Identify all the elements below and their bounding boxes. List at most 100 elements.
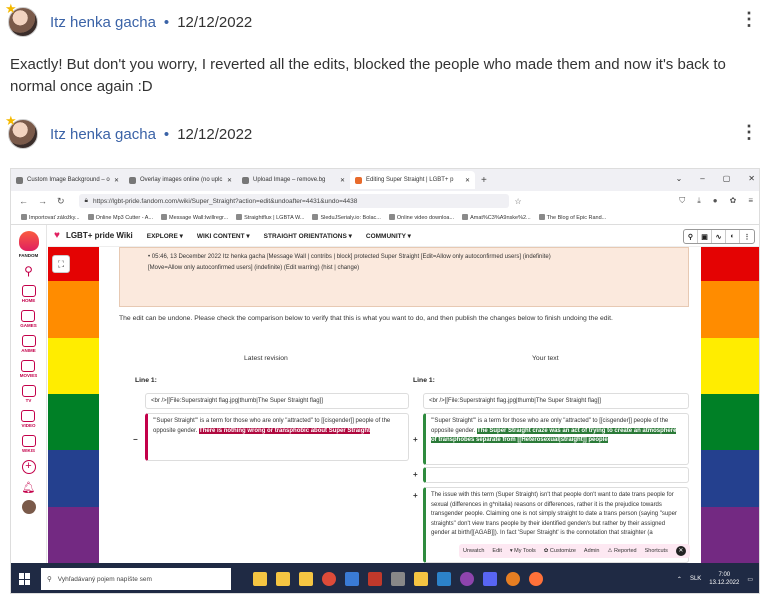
line-label: Line 1: <box>413 377 435 384</box>
rail-item-games[interactable]: GAMES <box>20 310 37 328</box>
folder-icon[interactable] <box>276 572 290 586</box>
more-icon[interactable]: ⋮ <box>740 230 754 243</box>
windows-start-icon[interactable] <box>19 573 31 585</box>
chrome-icon[interactable] <box>322 572 336 586</box>
close-icon[interactable]: ✕ <box>340 177 345 184</box>
log-line: [Move=Allow only autoconfirmed users] (i… <box>148 265 360 271</box>
bookmark-star-icon[interactable]: ☆ <box>515 197 522 206</box>
rail-item-home[interactable]: HOME <box>21 285 36 303</box>
bookmark-item[interactable]: Online Mp3 Cutter - A... <box>87 214 153 221</box>
shortcuts-button[interactable]: Shortcuts <box>645 548 668 554</box>
avatar[interactable]: ★ <box>5 2 38 37</box>
chevron-up-icon[interactable]: ⌃ <box>677 576 682 583</box>
folder-icon[interactable] <box>299 572 313 586</box>
activity-icon[interactable]: ∿ <box>712 230 726 243</box>
author-link[interactable]: Itz henka gacha <box>50 126 156 143</box>
my-tools-button[interactable]: ▾ My Tools <box>510 548 536 554</box>
search-icon[interactable]: ⚲ <box>684 230 698 243</box>
star-icon: ★ <box>5 1 17 16</box>
pride-flag-background <box>701 225 759 563</box>
wiki-name[interactable]: LGBT+ pride Wiki <box>66 231 133 240</box>
more-options-icon[interactable]: ⋮ <box>740 123 758 141</box>
bookmark-item[interactable]: Amat%C3%A9nske%2... <box>462 214 531 221</box>
language-indicator[interactable]: SLK <box>690 576 701 582</box>
author-link[interactable]: Itz henka gacha <box>50 14 156 31</box>
new-tab-icon[interactable]: + <box>481 175 487 186</box>
tab-favicon-icon <box>16 176 23 184</box>
discord-icon[interactable] <box>483 572 497 586</box>
app-icon[interactable] <box>368 572 382 586</box>
back-icon[interactable]: ← <box>19 196 28 207</box>
settings-icon[interactable]: ✿ <box>730 196 737 206</box>
browser-tab[interactable]: Custom Image Background – o ✕ <box>11 171 124 189</box>
nav-straight-orientations[interactable]: STRAIGHT ORIENTATIONS ▾ <box>264 232 352 240</box>
rail-item-wikis[interactable]: WIKIS <box>21 435 36 453</box>
search-icon[interactable]: ⚲ <box>24 264 33 278</box>
brave-icon[interactable] <box>506 572 520 586</box>
close-icon[interactable]: ✕ <box>748 174 755 183</box>
rail-item-anime[interactable]: ANIME <box>21 335 36 353</box>
more-options-icon[interactable]: ⋮ <box>740 10 758 28</box>
firefox-icon[interactable] <box>529 572 543 586</box>
edit-button[interactable]: Edit <box>492 548 501 554</box>
bookmark-item[interactable]: Importovať záložky... <box>21 214 80 221</box>
reported-button[interactable]: ⚠ Reported <box>608 548 637 554</box>
tab-label: Custom Image Background – o <box>27 177 110 183</box>
notification-icon[interactable]: ▭ <box>747 576 753 583</box>
column-heading-yours: Your text <box>532 355 559 362</box>
download-icon[interactable]: ⤓ <box>697 196 701 206</box>
browser-tab-active[interactable]: Editing Super Straight | LGBT+ p ✕ <box>350 171 475 189</box>
bookmark-item[interactable]: Straightflux | LGBTA W... <box>236 214 304 221</box>
nav-wiki-content[interactable]: WIKI CONTENT ▾ <box>197 232 250 240</box>
maximize-icon[interactable]: ▢ <box>723 174 731 183</box>
nav-explore[interactable]: EXPLORE ▾ <box>147 232 183 240</box>
book-icon <box>21 435 36 447</box>
rail-item-video[interactable]: VIDEO <box>21 410 36 428</box>
preview-icon[interactable]: ▣ <box>698 230 712 243</box>
taskbar-search-input[interactable]: ⚲ Vyhľadávaný pojem napíšte sem <box>41 568 231 590</box>
extension-icon[interactable]: ● <box>713 196 718 206</box>
avatar[interactable]: ★ <box>5 114 38 149</box>
theme-icon[interactable]: ◐ <box>726 230 740 243</box>
bell-icon[interactable]: 🔔︎ <box>22 481 36 494</box>
messenger-icon[interactable] <box>460 572 474 586</box>
minimize-icon[interactable]: – <box>700 174 704 183</box>
close-icon[interactable]: ✕ <box>227 177 232 184</box>
customize-button[interactable]: ✿ Customize <box>544 548 576 554</box>
close-icon[interactable]: ✕ <box>675 546 686 556</box>
fandom-logo-icon[interactable] <box>18 231 39 251</box>
rail-item-movies[interactable]: MOVIES <box>20 360 37 378</box>
app-icon[interactable] <box>391 572 405 586</box>
close-icon[interactable]: ✕ <box>114 177 119 184</box>
browser-tab[interactable]: Overlay images online (no uplc ✕ <box>124 171 237 189</box>
separator-dot: • <box>163 13 170 31</box>
forward-icon[interactable]: → <box>38 196 47 207</box>
create-plus-icon[interactable]: + <box>21 460 36 474</box>
movie-icon <box>21 360 36 372</box>
bookmark-item[interactable]: Message Wall:Iwillregr... <box>161 214 228 221</box>
bookmark-item[interactable]: SleduJSerialy.io: Bolac... <box>312 214 381 221</box>
nav-community[interactable]: COMMUNITY ▾ <box>366 232 411 240</box>
bookmark-item[interactable]: Online video downloa... <box>388 214 454 221</box>
close-icon[interactable]: ✕ <box>465 177 470 184</box>
app-icon[interactable] <box>437 572 451 586</box>
bookmark-item[interactable]: The Blog of Epic Rand... <box>538 214 606 221</box>
attached-screenshot[interactable]: Custom Image Background – o ✕ Overlay ima… <box>10 168 760 594</box>
menu-icon[interactable]: ≡ <box>748 196 753 206</box>
admin-button[interactable]: Admin <box>584 548 600 554</box>
reload-icon[interactable]: ↻ <box>57 196 65 207</box>
avatar[interactable] <box>21 500 36 514</box>
chevron-down-icon[interactable]: ⌄ <box>676 174 683 183</box>
expand-icon[interactable]: ⛶ <box>52 255 70 273</box>
file-explorer-icon[interactable] <box>253 572 267 586</box>
pride-flag-background <box>48 225 99 563</box>
address-bar[interactable]: 🔒︎ https://lgbt-pride.fandom.com/wiki/Su… <box>78 194 509 208</box>
pocket-icon[interactable]: ⛉ <box>679 196 685 206</box>
app-icon[interactable] <box>345 572 359 586</box>
browser-tab[interactable]: Upload Image – remove.bg ✕ <box>237 171 350 189</box>
diff-context-right: <br />[[File:Superstraight flag.jpg|thum… <box>423 393 689 409</box>
folder-icon[interactable] <box>414 572 428 586</box>
unwatch-button[interactable]: Unwatch <box>463 548 484 554</box>
clock[interactable]: 7:00 13.12.2022 <box>709 571 739 587</box>
rail-item-tv[interactable]: TV <box>21 385 36 403</box>
